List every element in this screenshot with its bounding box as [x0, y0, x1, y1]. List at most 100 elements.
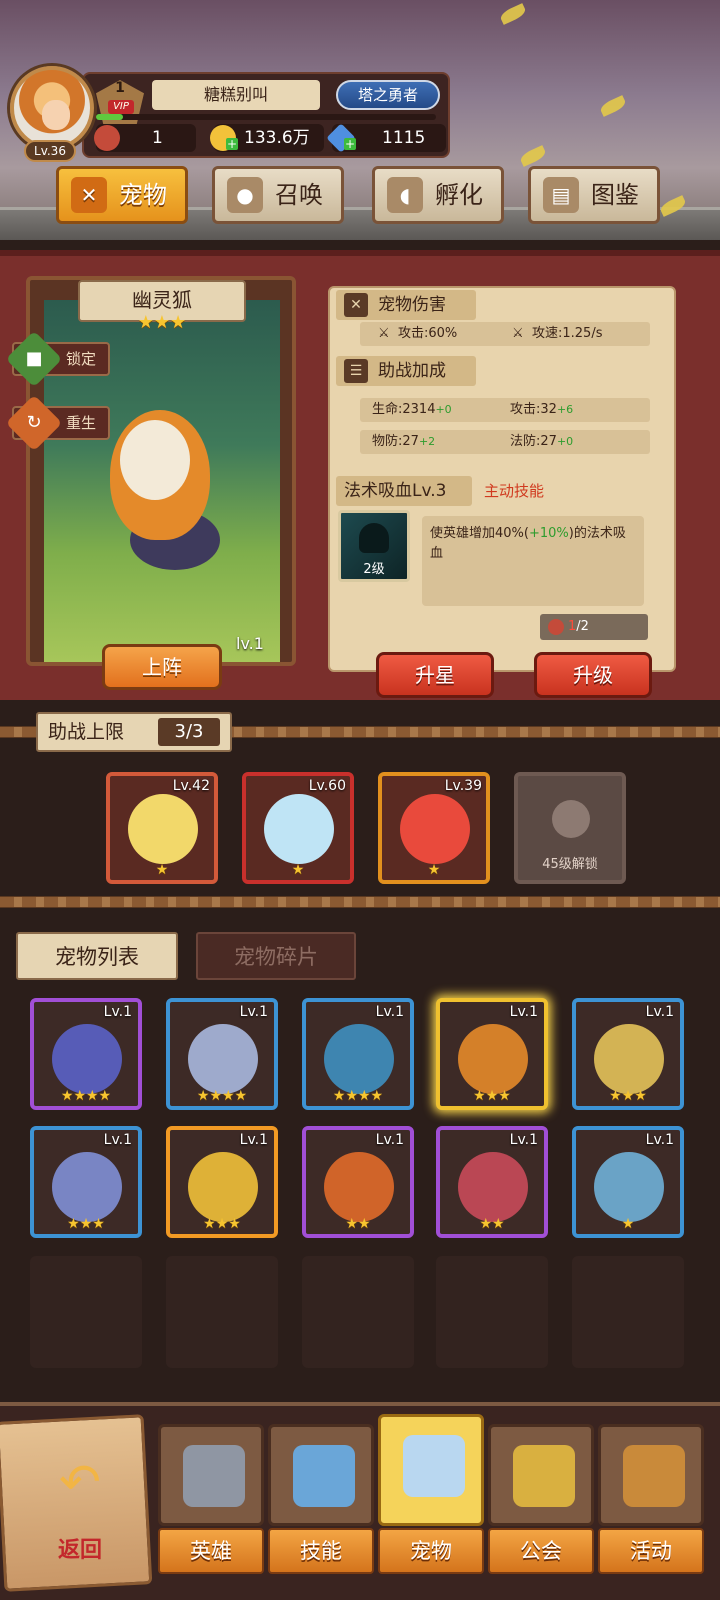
sword-icon: ⚔ [378, 326, 390, 341]
pet-list-item[interactable]: Lv.1 ★★★★ [30, 998, 142, 1110]
mdef-stat: 法防:27+0 [510, 434, 574, 449]
assist-slot[interactable]: Lv.42 ★ [106, 772, 218, 884]
player-title-badge[interactable]: 塔之勇者 [336, 80, 440, 110]
energy-counter: 1 [94, 124, 196, 152]
spellbook-icon [293, 1445, 355, 1507]
skill-name: 法术吸血Lv.3 [336, 476, 472, 506]
paw-icon: ● [227, 177, 263, 213]
level-up-button[interactable]: 升级 [534, 652, 652, 698]
pet-stars: ★★ [479, 1216, 505, 1232]
pet-list-item[interactable]: Lv.1 ★★ [436, 1126, 548, 1238]
book-icon: ▤ [543, 177, 579, 213]
exp-bar-fill [96, 114, 123, 120]
assist-limit-label: 助战上限 [48, 721, 125, 743]
pet-list-item[interactable]: Lv.1 ★★ [302, 1126, 414, 1238]
atk-stat: 攻击:32+6 [510, 402, 574, 417]
pet-stars: ★★★ [67, 1216, 105, 1232]
back-arrow-icon: ↶ [59, 1453, 101, 1511]
nav-art [158, 1424, 264, 1526]
nav-pets[interactable]: 宠物 [378, 1414, 484, 1578]
tab-pet-list[interactable]: 宠物列表 [16, 932, 178, 980]
pet-list-item[interactable]: Lv.1 ★★★ [436, 998, 548, 1110]
tab-label: 图鉴 [591, 181, 639, 209]
pet-art [594, 1024, 664, 1094]
nav-art [378, 1414, 484, 1526]
pet-art [188, 1024, 258, 1094]
player-avatar[interactable] [10, 66, 94, 150]
pet-art [400, 794, 470, 864]
nav-heroes[interactable]: 英雄 [158, 1424, 264, 1578]
pet-stars: ★★★ [137, 312, 187, 333]
helmet-icon [183, 1445, 245, 1507]
tab-pet-shards[interactable]: 宠物碎片 [196, 932, 356, 980]
slot-level: Lv.60 [308, 778, 346, 794]
nav-events[interactable]: 活动 [598, 1424, 704, 1578]
pet-list-item[interactable]: Lv.1 ★★★★ [166, 998, 278, 1110]
nav-label: 公会 [488, 1528, 594, 1574]
pet-stars: ★★★ [609, 1088, 647, 1104]
shard-icon [548, 619, 564, 635]
tab-summon[interactable]: ● 召唤 [212, 166, 344, 224]
avatar-face [42, 100, 70, 130]
tab-label: 孵化 [435, 181, 483, 209]
nav-label: 宠物 [378, 1528, 484, 1574]
pet-stars: ★★★★ [332, 1088, 384, 1104]
stat-row-def: 物防:27+2 法防:27+0 [360, 430, 650, 454]
damage-header: ✕ 宠物伤害 [336, 290, 476, 320]
energy-icon [94, 125, 120, 151]
pet-level: lv.1 [236, 634, 264, 653]
gold-value: 133.6万 [244, 128, 310, 148]
tab-codex[interactable]: ▤ 图鉴 [528, 166, 660, 224]
nav-label: 活动 [598, 1528, 704, 1574]
slot-level: Lv.42 [172, 778, 210, 794]
pet-list-item[interactable]: Lv.1 ★ [572, 1126, 684, 1238]
claw-icon [359, 523, 389, 553]
pet-cat-icon: ✕ [71, 177, 107, 213]
padlock-icon [552, 800, 590, 838]
empty-pet-slot [436, 1256, 548, 1368]
pet-list-item[interactable]: Lv.1 ★★★ [166, 1126, 278, 1238]
pet-level: Lv.1 [509, 1004, 538, 1020]
pet-art [188, 1152, 258, 1222]
nav-art [488, 1424, 594, 1526]
slot-stars: ★ [291, 862, 305, 878]
unlock-requirement: 45级解锁 [542, 857, 598, 872]
lock-icon: ■ [5, 330, 63, 388]
pet-level: Lv.1 [509, 1132, 538, 1148]
lock-label: 锁定 [66, 350, 97, 368]
pet-list-item[interactable]: Lv.1 ★★★ [572, 998, 684, 1110]
locked-assist-slot[interactable]: 45级解锁 [514, 772, 626, 884]
pet-level: Lv.1 [103, 1132, 132, 1148]
add-gem-icon[interactable]: + [344, 138, 356, 150]
vip-label: VIP [108, 100, 134, 114]
tab-pet[interactable]: ✕ 宠物 [56, 166, 188, 224]
pet-list-item[interactable]: Lv.1 ★★★★ [302, 998, 414, 1110]
assist-bonus-title: 助战加成 [378, 361, 446, 381]
tab-label: 宠物 [119, 181, 167, 209]
nav-art [268, 1424, 374, 1526]
guild-crest-icon [513, 1445, 575, 1507]
nav-guild[interactable]: 公会 [488, 1424, 594, 1578]
pet-list-item[interactable]: Lv.1 ★★★ [30, 1126, 142, 1238]
empty-pet-slot [572, 1256, 684, 1368]
add-gold-icon[interactable]: + [226, 138, 238, 150]
skill-icon[interactable]: 2级 [338, 510, 410, 582]
stat-row-hp-atk: 生命:2314+0 攻击:32+6 [360, 398, 650, 422]
star-up-button[interactable]: 升星 [376, 652, 494, 698]
assist-slot[interactable]: Lv.39 ★ [378, 772, 490, 884]
slot-stars: ★ [155, 862, 169, 878]
pet-art [324, 1024, 394, 1094]
pet-art [264, 794, 334, 864]
slot-level: Lv.39 [444, 778, 482, 794]
assist-slot[interactable]: Lv.60 ★ [242, 772, 354, 884]
attack-stat: 攻击:60% [398, 326, 458, 341]
pet-level: Lv.1 [645, 1004, 674, 1020]
gold-counter: + 133.6万 [210, 124, 324, 152]
rebirth-label: 重生 [66, 414, 97, 432]
pet-level: Lv.1 [645, 1132, 674, 1148]
pet-level: Lv.1 [375, 1004, 404, 1020]
nav-skills[interactable]: 技能 [268, 1424, 374, 1578]
tab-hatch[interactable]: ◖ 孵化 [372, 166, 504, 224]
deploy-button[interactable]: 上阵 [102, 644, 222, 690]
vip-level: 1 [115, 80, 125, 96]
